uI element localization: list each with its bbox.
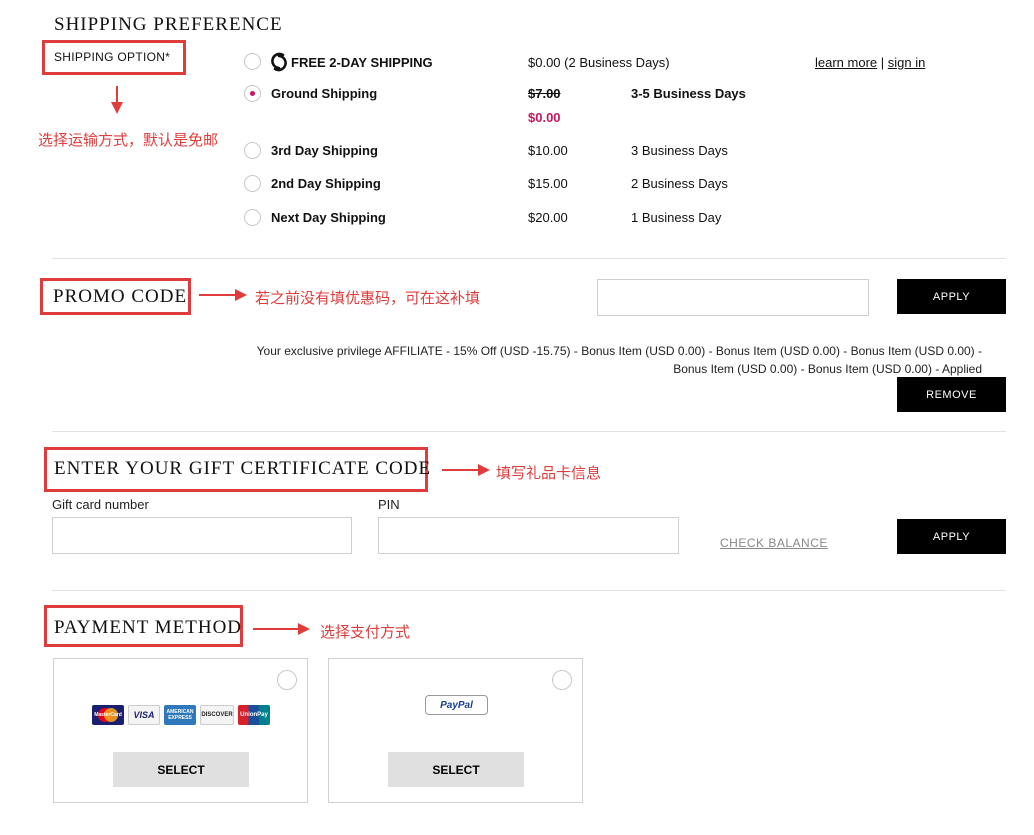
privilege-line: Bonus Item (USD 0.00) - Bonus Item (USD …: [673, 362, 982, 376]
shipping-option-name: 2nd Day Shipping: [271, 176, 381, 191]
section-divider: [52, 431, 1006, 432]
link-separator: |: [880, 55, 885, 70]
promo-apply-button[interactable]: APPLY: [897, 279, 1006, 314]
gift-apply-button[interactable]: APPLY: [897, 519, 1006, 554]
gift-title: ENTER YOUR GIFT CERTIFICATE CODE: [54, 458, 432, 479]
payment-option-credit-card[interactable]: MasterCard VISA AMERICAN EXPRESS DISCOVE…: [53, 658, 308, 803]
annotation-note-promo: 若之前没有填优惠码，可在这补填: [255, 289, 481, 307]
annotation-note-payment: 选择支付方式: [320, 623, 411, 641]
privilege-text: Your exclusive privilege AFFILIATE - 15%…: [200, 342, 982, 378]
amex-icon: AMERICAN EXPRESS: [164, 705, 196, 725]
visa-icon: VISA: [128, 705, 160, 725]
payment-radio-paypal[interactable]: [552, 670, 572, 690]
shipping-option-days: 1 Business Day: [631, 210, 722, 225]
section-divider: [52, 258, 1006, 259]
shipping-radio-2nd-day[interactable]: [244, 175, 261, 192]
shipping-option-name: FREE 2-DAY SHIPPING: [291, 55, 433, 70]
unionpay-icon: UnionPay: [238, 705, 270, 725]
shipping-radio-next-day[interactable]: [244, 209, 261, 226]
annotation-arrow-right: [199, 289, 247, 301]
annotation-arrow-right: [253, 623, 310, 635]
discover-icon: DISCOVER: [200, 705, 234, 725]
shipping-option-name: Next Day Shipping: [271, 210, 386, 225]
shipping-option-price: $15.00: [528, 176, 568, 191]
select-paypal-button[interactable]: SELECT: [388, 752, 524, 787]
annotation-note-shipping: 选择运输方式，默认是免邮: [38, 131, 219, 149]
gift-card-number-label: Gift card number: [52, 497, 149, 512]
shipping-radio-free[interactable]: [244, 53, 261, 70]
payment-radio-credit-card[interactable]: [277, 670, 297, 690]
shipping-option-days: 3 Business Days: [631, 143, 728, 158]
section-divider: [52, 590, 1006, 591]
annotation-arrow-down: [111, 86, 123, 114]
shipping-option-price: $20.00: [528, 210, 568, 225]
promo-title: PROMO CODE: [53, 286, 188, 307]
shipping-option-price: $0.00: [528, 110, 561, 125]
pin-label: PIN: [378, 497, 400, 512]
shipping-radio-ground[interactable]: [244, 85, 261, 102]
shipping-option-label: SHIPPING OPTION*: [54, 50, 171, 64]
annotation-note-gift: 填写礼品卡信息: [496, 464, 602, 482]
promo-code-input[interactable]: [597, 279, 869, 316]
pin-input[interactable]: [378, 517, 679, 554]
shipping-option-days: 2 Business Days: [631, 176, 728, 191]
shipping-option-days: 3-5 Business Days: [631, 86, 746, 101]
shoprunner-links: learn more | sign in: [815, 55, 925, 70]
learn-more-link[interactable]: learn more: [815, 55, 877, 70]
check-balance-link[interactable]: CHECK BALANCE: [720, 536, 828, 550]
paypal-logo-icon: PayPal: [425, 695, 488, 715]
mastercard-icon: MasterCard: [92, 705, 124, 725]
gift-card-number-input[interactable]: [52, 517, 352, 554]
shipping-option-price: $0.00 (2 Business Days): [528, 55, 670, 70]
annotation-arrow-right: [442, 464, 490, 476]
select-credit-card-button[interactable]: SELECT: [113, 752, 249, 787]
shipping-option-name: 3rd Day Shipping: [271, 143, 378, 158]
shipping-option-name: Ground Shipping: [271, 86, 378, 101]
shoprunner-s-icon: [270, 52, 288, 72]
payment-title: PAYMENT METHOD: [54, 617, 243, 638]
shipping-title: SHIPPING PREFERENCE: [54, 14, 283, 35]
sign-in-link[interactable]: sign in: [888, 55, 926, 70]
shipping-option-price: $10.00: [528, 143, 568, 158]
payment-option-paypal[interactable]: PayPal SELECT: [328, 658, 583, 803]
promo-remove-button[interactable]: REMOVE: [897, 377, 1006, 412]
privilege-line: Your exclusive privilege AFFILIATE - 15%…: [256, 344, 982, 358]
shipping-option-old-price: $7.00: [528, 86, 561, 101]
shipping-radio-3rd-day[interactable]: [244, 142, 261, 159]
